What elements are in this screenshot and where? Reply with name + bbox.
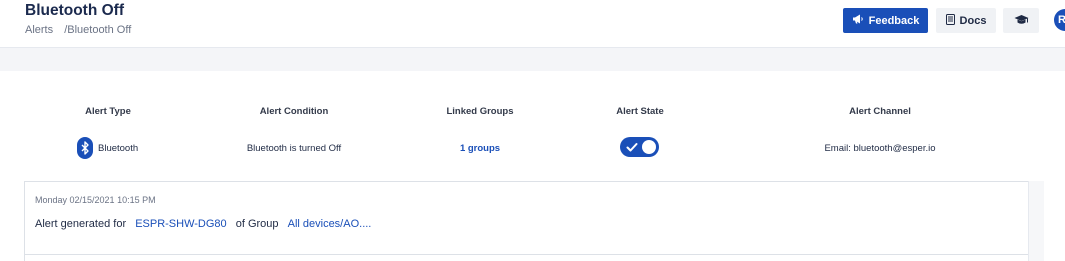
alert-type-value: Bluetooth — [98, 143, 139, 154]
docs-button[interactable]: Docs — [936, 8, 996, 33]
log-timestamp: Monday 02/15/2021 10:15 PM — [35, 195, 156, 205]
page-header: Bluetooth Off Alerts /Bluetooth Off Feed… — [0, 0, 1065, 48]
feedback-label: Feedback — [868, 14, 920, 27]
docs-label: Docs — [959, 14, 987, 27]
log-divider — [24, 254, 1028, 255]
alert-condition-header: Alert Condition — [259, 106, 329, 117]
user-avatar[interactable]: R — [1054, 9, 1065, 31]
checkmark-icon — [626, 140, 638, 159]
toggle-knob — [642, 140, 656, 154]
linked-groups-header: Linked Groups — [446, 106, 514, 117]
group-link[interactable]: All devices/AO.... — [288, 218, 372, 230]
graduation-cap-icon — [1014, 14, 1029, 28]
alert-type-header: Alert Type — [85, 106, 131, 117]
linked-groups-value: 1 groups — [420, 143, 540, 154]
alert-channel-header: Alert Channel — [849, 106, 911, 117]
alert-state-header: Alert State — [616, 106, 664, 117]
academy-button[interactable] — [1003, 8, 1039, 33]
page-title: Bluetooth Off — [25, 2, 125, 19]
log-scrollbar[interactable] — [1028, 181, 1044, 261]
log-middle: of Group — [235, 218, 279, 230]
megaphone-icon — [852, 14, 864, 27]
alert-state-toggle[interactable] — [620, 137, 659, 157]
breadcrumb-alerts-link[interactable]: Alerts — [25, 24, 53, 36]
bluetooth-icon — [77, 137, 93, 159]
alert-channel-value: Email: bluetooth@esper.io — [824, 143, 936, 154]
log-message: Alert generated for ESPR-SHW-DG80 of Gro… — [35, 218, 371, 230]
document-icon — [945, 13, 955, 28]
feedback-button[interactable]: Feedback — [843, 8, 928, 33]
alert-condition-value: Bluetooth is turned Off — [246, 143, 342, 154]
linked-groups-link[interactable]: 1 groups — [460, 143, 500, 154]
log-prefix: Alert generated for — [35, 218, 127, 230]
breadcrumb-current: Bluetooth Off — [67, 24, 132, 36]
page-band — [0, 48, 1065, 71]
device-link[interactable]: ESPR-SHW-DG80 — [135, 218, 226, 230]
breadcrumb: Alerts /Bluetooth Off — [25, 24, 131, 36]
